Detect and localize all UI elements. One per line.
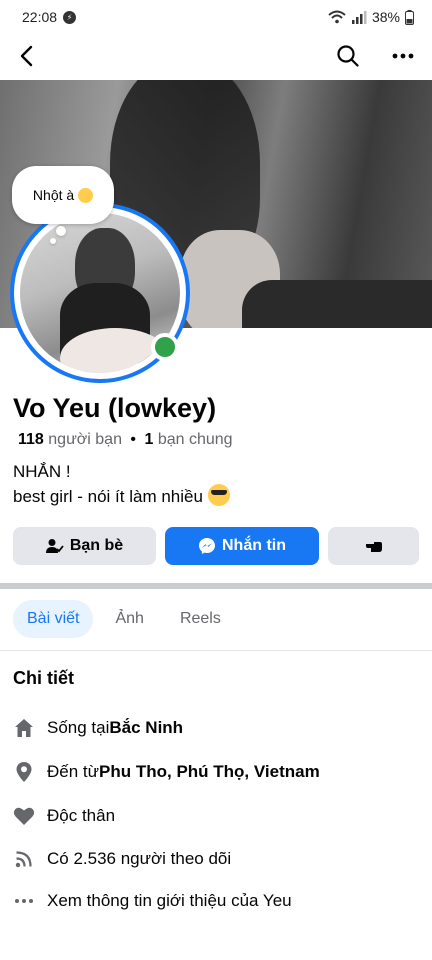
friends-button-label: Bạn bè — [69, 537, 124, 554]
bio: NHẮN ! best girl - nói ít làm nhiều — [13, 460, 230, 509]
detail-lives: Sống tại Bắc Ninh — [13, 717, 183, 739]
heart-icon — [13, 805, 35, 827]
battery-text: 38% — [371, 9, 400, 25]
detail-see-about[interactable]: Xem thông tin giới thiệu của Yeu — [13, 890, 292, 912]
bubble-tail — [56, 226, 66, 236]
note-text: Nhột à — [32, 187, 75, 203]
online-status-dot — [151, 333, 179, 361]
friends-label: người bạn — [48, 431, 122, 448]
from-value[interactable]: Phu Tho, Phú Thọ, Vietnam — [99, 762, 320, 782]
rss-icon — [13, 848, 35, 870]
grin-emoji-icon — [78, 187, 94, 203]
profile-name: Vo Yeu (lowkey) — [13, 393, 217, 423]
detail-from: Đến từ Phu Tho, Phú Thọ, Vietnam — [13, 761, 320, 783]
sunglasses-emoji-icon — [207, 484, 230, 506]
status-time: 22:08 — [22, 9, 58, 25]
top-bar — [0, 36, 432, 76]
detail-followers[interactable]: Có 2.536 người theo dõi — [13, 848, 231, 870]
lives-prefix: Sống tại — [47, 718, 110, 737]
signal-icon — [351, 10, 367, 24]
messenger-notification-icon: ⚡ — [63, 10, 77, 24]
followers-text: Có 2.536 người theo dõi — [47, 849, 232, 868]
tabs-divider — [0, 650, 432, 651]
lives-value[interactable]: Bắc Ninh — [109, 718, 183, 738]
bubble-tail-small — [50, 238, 56, 244]
note-bubble[interactable]: Nhột à — [12, 166, 114, 224]
tab-photos[interactable]: Ảnh — [101, 600, 157, 638]
message-button-label: Nhắn tin — [222, 537, 286, 554]
messenger-icon — [199, 538, 215, 554]
tab-reels[interactable]: Reels — [166, 600, 235, 638]
profile-tabs: Bài viết Ảnh Reels — [13, 600, 235, 638]
location-pin-icon — [13, 761, 35, 783]
more-icon — [392, 53, 414, 59]
home-icon — [13, 717, 35, 739]
message-button[interactable]: Nhắn tin — [165, 527, 319, 565]
status-right: 38% — [328, 9, 414, 25]
friends-count: 118 — [18, 431, 44, 448]
wifi-icon — [328, 10, 346, 24]
status-left: 22:08 ⚡ — [22, 9, 77, 25]
bio-line-1: NHẮN ! — [13, 462, 71, 481]
search-button[interactable] — [330, 38, 366, 74]
dots-icon — [13, 890, 35, 912]
from-prefix: Đến từ — [47, 762, 100, 781]
more-button[interactable] — [385, 38, 421, 74]
separator-dot: • — [130, 431, 137, 448]
bio-line-2-row: best girl - nói ít làm nhiều — [13, 484, 230, 509]
section-divider — [0, 583, 432, 589]
back-button[interactable] — [8, 38, 44, 74]
status-bar: 22:08 ⚡ 38% — [0, 0, 432, 34]
details-title: Chi tiết — [13, 668, 74, 688]
friends-button[interactable]: Bạn bè — [13, 527, 156, 565]
detail-relationship: Độc thân — [13, 805, 115, 827]
battery-icon — [405, 9, 414, 25]
back-arrow-icon — [20, 45, 33, 67]
cover-bike-shape — [242, 280, 432, 328]
mutual-label: bạn chung — [157, 431, 233, 448]
tab-posts[interactable]: Bài viết — [13, 600, 94, 638]
poke-button[interactable] — [328, 527, 419, 565]
search-icon — [337, 45, 359, 67]
friends-summary[interactable]: 118 người bạn • 1 bạn chung — [18, 431, 233, 449]
relationship-text: Độc thân — [47, 806, 116, 825]
bio-line-2: best girl - nói ít làm nhiều — [13, 487, 203, 506]
hand-icon — [365, 542, 382, 552]
friend-icon — [45, 539, 64, 553]
see-about-text: Xem thông tin giới thiệu của Yeu — [47, 891, 292, 910]
mutual-count: 1 — [144, 431, 154, 448]
